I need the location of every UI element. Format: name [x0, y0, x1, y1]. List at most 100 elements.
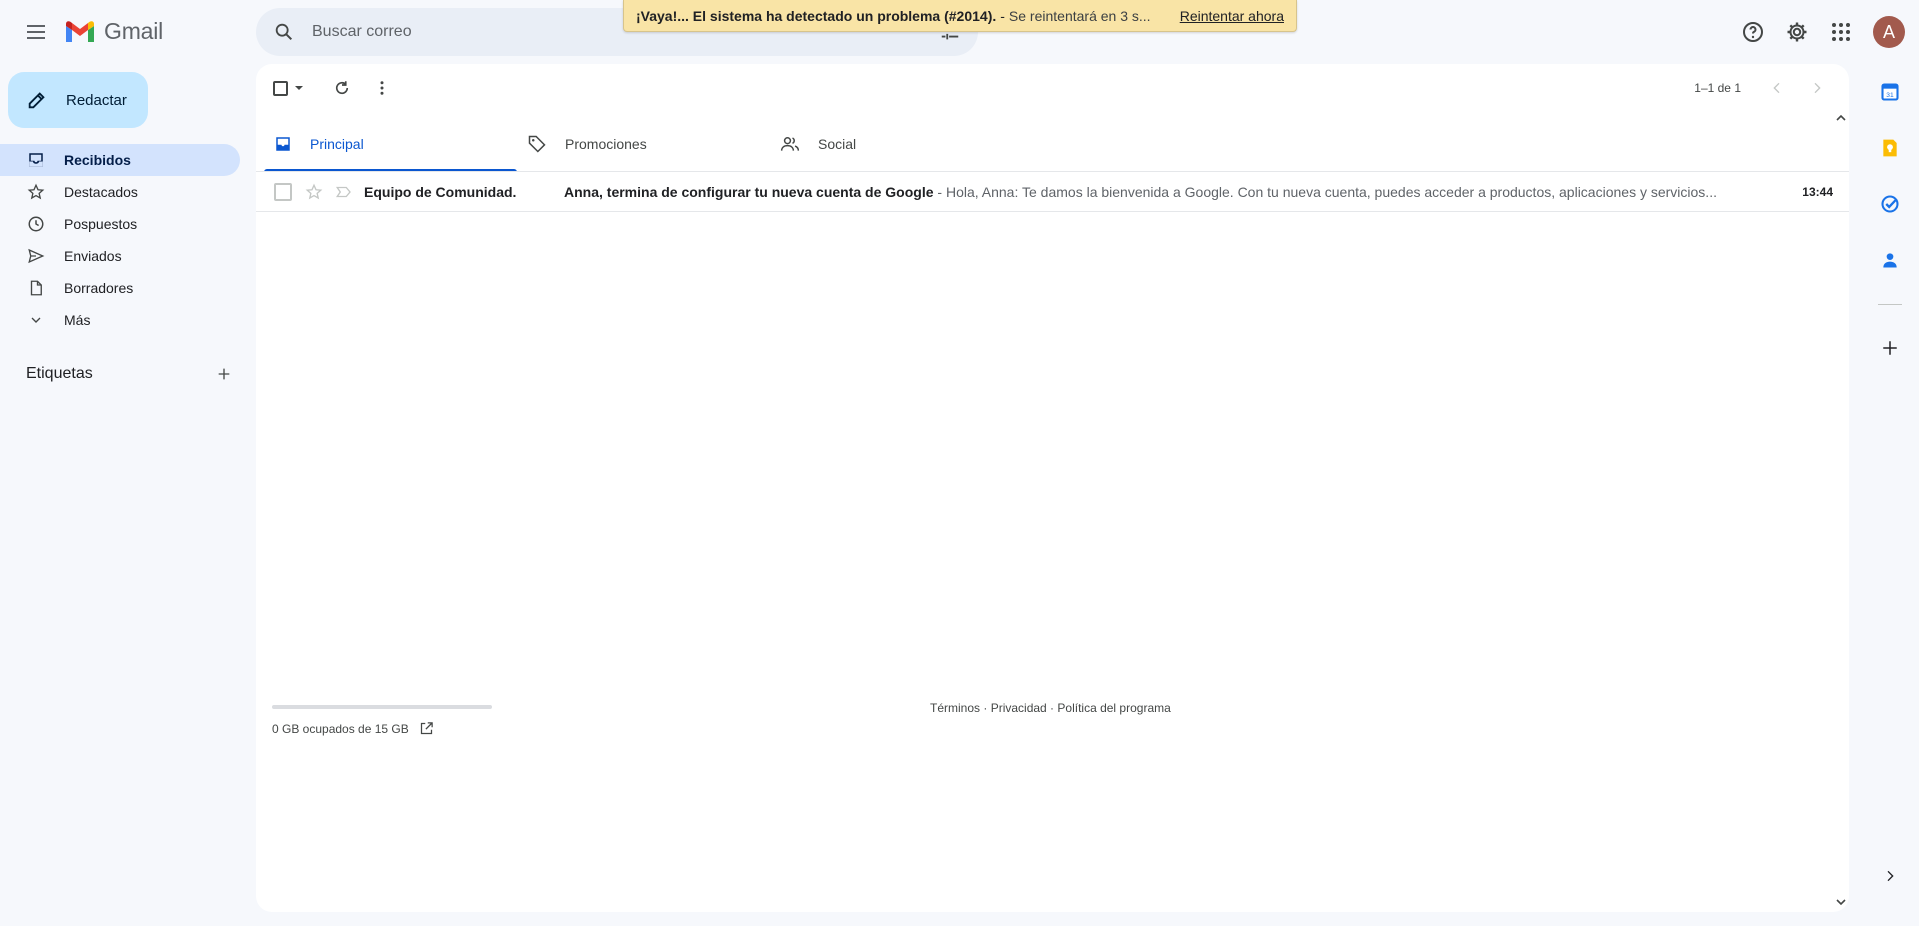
search-icon: [275, 23, 293, 41]
sidebar-item-label: Recibidos: [64, 152, 131, 168]
refresh-button[interactable]: [322, 68, 362, 108]
contacts-app-button[interactable]: [1870, 240, 1910, 280]
mail-list-panel: 1–1 de 1 Principal Promociones Social Eq…: [256, 64, 1849, 912]
email-content: Anna, termina de configurar tu nueva cue…: [564, 184, 1769, 200]
chevron-right-icon: [1887, 870, 1894, 882]
top-right-actions: A: [1731, 8, 1919, 56]
main-menu-button[interactable]: [16, 12, 56, 52]
inbox-icon: [276, 137, 290, 151]
tab-social[interactable]: Social: [770, 116, 1023, 172]
side-apps-panel: 31: [1862, 64, 1919, 926]
tasks-icon: [1881, 195, 1899, 213]
star-toggle[interactable]: [304, 182, 324, 202]
program-policy-link[interactable]: Política del programa: [1057, 701, 1170, 715]
tab-label: Social: [818, 136, 857, 152]
add-label-button[interactable]: [212, 362, 236, 386]
sidebar-item-drafts[interactable]: Borradores: [0, 272, 240, 304]
sidebar-item-more[interactable]: Más: [0, 304, 240, 336]
draft-icon: [26, 278, 46, 298]
importance-toggle[interactable]: [334, 182, 354, 202]
sidebar-item-starred[interactable]: Destacados: [0, 176, 240, 208]
email-separator: -: [933, 183, 946, 200]
scroll-down-icon: [1836, 899, 1846, 906]
plus-icon: [218, 368, 230, 380]
contacts-icon: [1883, 253, 1897, 268]
sidebar-item-label: Pospuestos: [64, 216, 138, 232]
gmail-logo[interactable]: Gmail: [64, 18, 163, 45]
storage-usage-bar: [272, 705, 492, 709]
get-addons-button[interactable]: [1870, 328, 1910, 368]
scroll-down-button[interactable]: [1833, 894, 1849, 910]
toast-separator: -: [1000, 7, 1005, 24]
tab-label: Principal: [310, 136, 364, 152]
svg-text:31: 31: [1886, 92, 1894, 99]
caret-down-icon: [294, 86, 303, 90]
chevron-down-icon: [26, 310, 46, 330]
retry-now-link[interactable]: Reintentar ahora: [1180, 8, 1284, 24]
apps-grid-icon: [1832, 23, 1850, 41]
chevron-left-icon: [1773, 82, 1780, 94]
tab-promociones[interactable]: Promociones: [517, 116, 770, 172]
pencil-icon: [28, 92, 45, 109]
terms-link[interactable]: Términos: [930, 701, 980, 715]
sidebar-item-sent[interactable]: Enviados: [0, 240, 240, 272]
email-subject: Anna, termina de configurar tu nueva cue…: [564, 183, 934, 200]
tasks-app-button[interactable]: [1870, 184, 1910, 224]
support-button[interactable]: [1731, 10, 1775, 54]
account-avatar[interactable]: A: [1873, 16, 1905, 48]
storage-text: 0 GB ocupados de 15 GB: [272, 721, 409, 736]
keep-icon: [1883, 139, 1897, 157]
gmail-m-icon: [66, 20, 94, 42]
gear-icon: [1787, 22, 1807, 42]
hide-side-panel-button[interactable]: [1870, 856, 1910, 896]
labels-section-header: Etiquetas: [26, 360, 236, 388]
scroll-up-button[interactable]: [1833, 110, 1849, 126]
error-toast: ¡Vaya!... El sistema ha detectado un pro…: [623, 0, 1297, 32]
email-select-checkbox[interactable]: [274, 182, 292, 201]
category-tabs: Principal Promociones Social: [264, 116, 1023, 172]
logo-text: Gmail: [104, 18, 164, 44]
sidebar-item-inbox[interactable]: Recibidos: [0, 144, 240, 176]
sidebar-item-snoozed[interactable]: Pospuestos: [0, 208, 240, 240]
footer-links: Términos · Privacidad · Política del pro…: [930, 701, 1171, 715]
gmail-app: Gmail A: [0, 0, 1919, 926]
sidebar-item-label: Más: [64, 312, 91, 328]
compose-button[interactable]: Redactar: [8, 72, 148, 128]
privacy-link[interactable]: Privacidad: [991, 701, 1047, 715]
calendar-app-button[interactable]: 31: [1870, 72, 1910, 112]
send-icon: [26, 246, 46, 266]
open-in-new-icon[interactable]: [419, 721, 434, 736]
plus-icon: [1883, 341, 1897, 355]
toast-message: Se reintentará en 3 s...: [1008, 7, 1151, 24]
newer-page-button[interactable]: [1757, 68, 1797, 108]
email-row[interactable]: Equipo de Comunidad. Anna, termina de co…: [256, 172, 1849, 212]
email-time: 13:44: [1802, 184, 1833, 199]
labels-title: Etiquetas: [26, 365, 93, 382]
sidebar-item-label: Enviados: [64, 248, 122, 264]
email-snippet: Hola, Anna: Te damos la bienvenida a Goo…: [945, 183, 1717, 200]
keep-app-button[interactable]: [1870, 128, 1910, 168]
sidebar-item-label: Destacados: [64, 184, 138, 200]
toast-title: ¡Vaya!... El sistema ha detectado un pro…: [636, 7, 997, 24]
inbox-icon: [26, 150, 46, 170]
tab-principal[interactable]: Principal: [264, 116, 517, 172]
checkbox-icon: [272, 80, 288, 96]
footer-dot: ·: [980, 701, 991, 715]
star-icon: [26, 182, 46, 202]
compose-label: Redactar: [66, 91, 127, 109]
settings-button[interactable]: [1775, 10, 1819, 54]
select-all-checkbox[interactable]: [268, 68, 308, 108]
sidebar-item-label: Borradores: [64, 280, 134, 296]
older-page-button[interactable]: [1797, 68, 1837, 108]
refresh-icon: [335, 81, 349, 95]
tag-icon: [528, 135, 546, 153]
chevron-right-icon: [1814, 82, 1821, 94]
search-button[interactable]: [260, 8, 308, 56]
more-actions-button[interactable]: [362, 68, 402, 108]
google-apps-button[interactable]: [1819, 10, 1863, 54]
scroll-up-icon: [1836, 114, 1846, 121]
email-sender: Equipo de Comunidad.: [364, 183, 517, 200]
help-icon: [1743, 22, 1763, 42]
pagination-text: 1–1 de 1: [1694, 81, 1741, 95]
mail-toolbar: 1–1 de 1: [256, 64, 1849, 112]
